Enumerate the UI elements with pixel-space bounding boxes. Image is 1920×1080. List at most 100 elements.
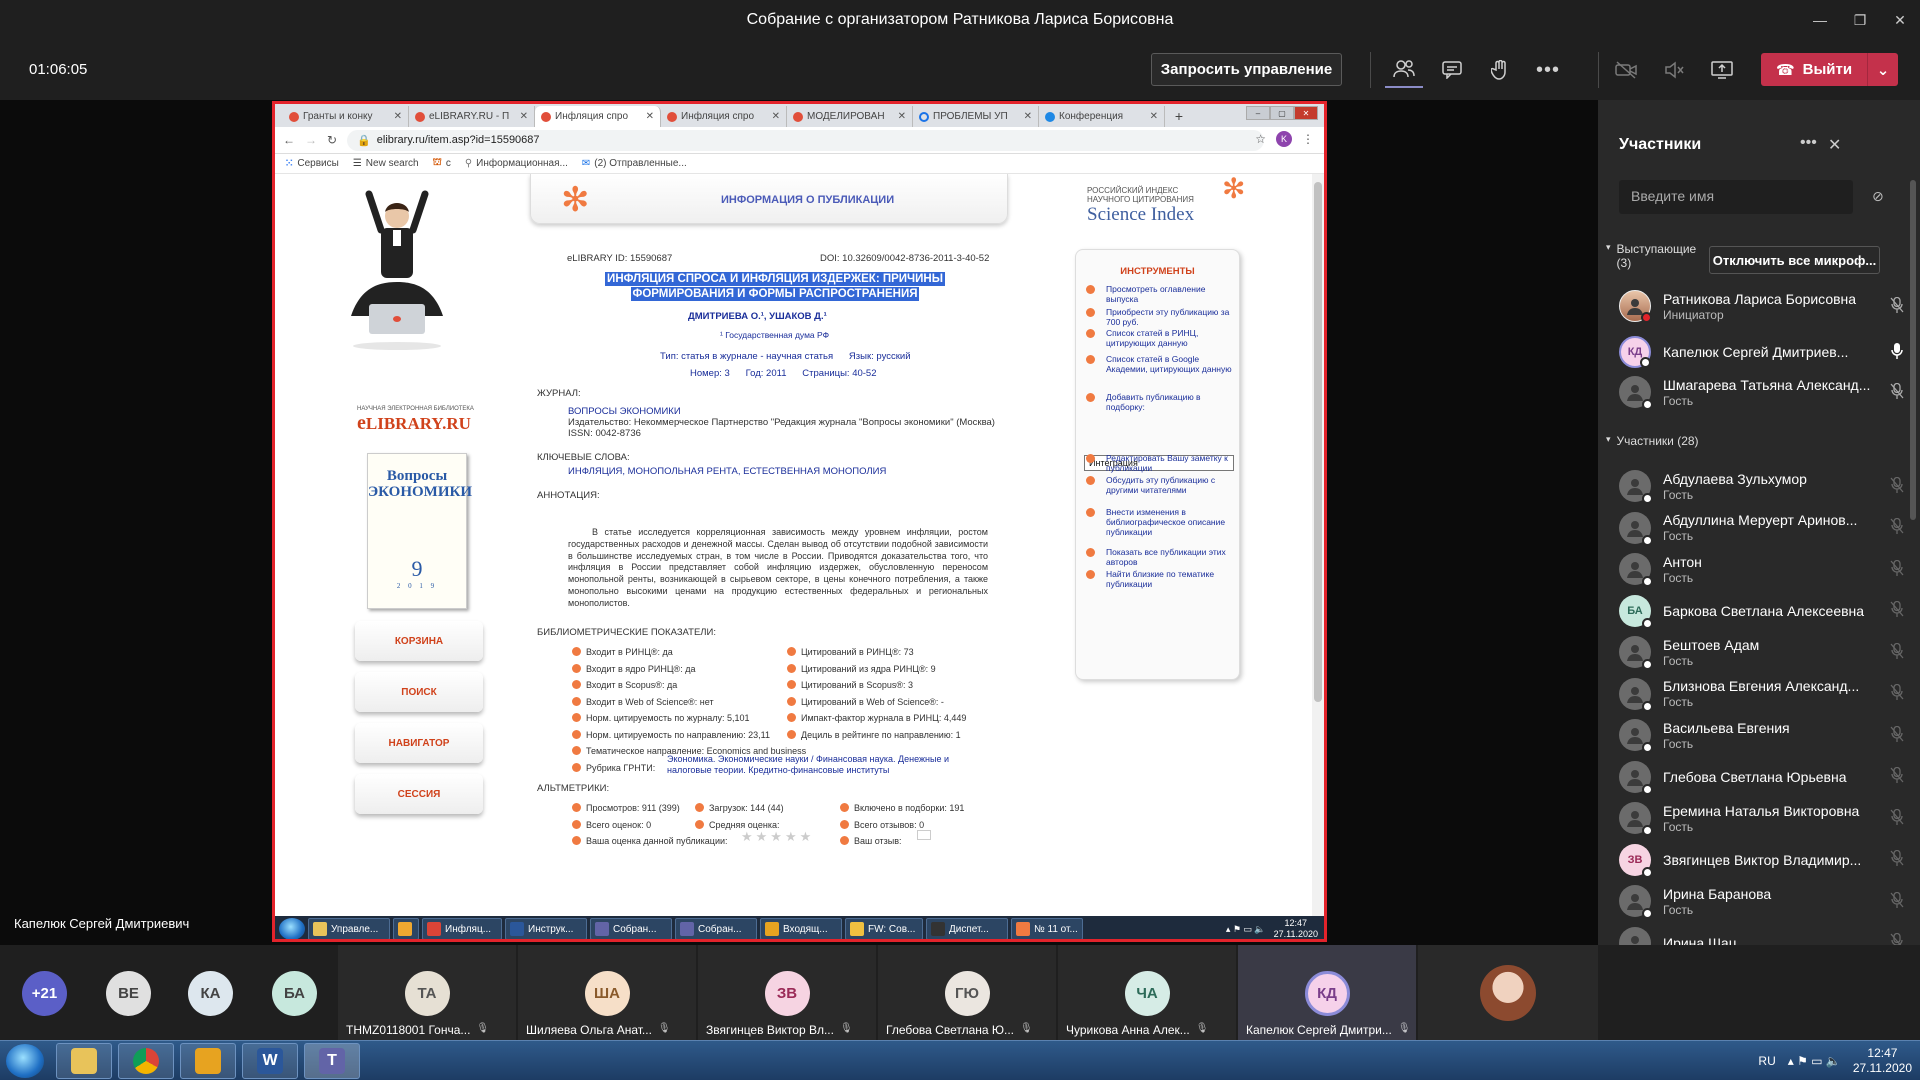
browser-tab[interactable]: ПРОБЛЕМЫ УП ✕ [913, 106, 1039, 127]
tab-close-icon[interactable]: ✕ [394, 111, 402, 122]
tool-link[interactable]: Приобрести эту публикацию за 700 руб. [1086, 307, 1234, 327]
tool-link[interactable]: Редактировать Вашу заметку к публикации [1086, 453, 1234, 473]
shared-taskbar-item[interactable]: Управле... [308, 918, 390, 939]
participant-row[interactable]: ЗВ Звягинцев Виктор Владимир... [1619, 839, 1909, 881]
shared-taskbar-item[interactable]: Инфляц... [422, 918, 502, 939]
microphone-muted-icon[interactable] [1885, 725, 1909, 745]
review-icon[interactable] [917, 830, 931, 840]
authors[interactable]: ДМИТРИЕВА О.¹, УШАКОВ Д.¹ [688, 311, 827, 323]
video-tile[interactable]: ГЮ Глебова Светлана Ю... 🎙 [878, 945, 1056, 1040]
participant-bubble[interactable]: КА [188, 971, 233, 1016]
nav-search-button[interactable]: ПОИСК [355, 672, 483, 712]
speaker-row[interactable]: КД Капелюк Сергей Дмитриев... [1619, 331, 1909, 373]
microphone-muted-icon[interactable] [1885, 559, 1909, 579]
address-bar[interactable]: 🔒 elibrary.ru/item.asp?id=15590687 [347, 129, 1264, 151]
overflow-count-bubble[interactable]: +21 [22, 971, 67, 1016]
video-tile[interactable]: КД Капелюк Сергей Дмитри... 🎙 [1238, 945, 1416, 1040]
tool-link[interactable]: Список статей в РИНЦ, цитирующих данную [1086, 328, 1234, 348]
speakers-section-header[interactable]: ▾ Выступающие (3) [1606, 242, 1696, 270]
close-icon[interactable]: ✕ [1828, 135, 1841, 155]
request-control-button[interactable]: Запросить управление [1151, 53, 1342, 86]
restore-icon[interactable]: ❐ [1840, 0, 1880, 40]
search-participants-input[interactable]: Введите имя [1619, 180, 1853, 214]
shared-taskbar-item[interactable] [393, 918, 419, 939]
doi[interactable]: DOI: 10.32609/0042-8736-2011-3-40-52 [820, 253, 989, 265]
language-indicator[interactable]: RU [1758, 1054, 1775, 1068]
close-icon[interactable]: ✕ [1880, 0, 1920, 40]
microphone-muted-icon[interactable] [1885, 476, 1909, 496]
rating-stars[interactable]: ★★★★★ [741, 829, 814, 845]
share-screen-icon[interactable] [1703, 52, 1741, 88]
participant-row[interactable]: БА Баркова Светлана Алексеевна [1619, 590, 1909, 632]
restore-icon[interactable]: ▢ [1270, 106, 1294, 120]
tool-link[interactable]: Обсудить эту публикацию с другими читате… [1086, 475, 1234, 495]
participant-row[interactable]: Бештоев Адам Гость [1619, 631, 1909, 673]
shared-taskbar-item[interactable]: Входящ... [760, 918, 842, 939]
tool-link[interactable]: Список статей в Google Академии, цитирую… [1086, 354, 1234, 374]
raise-hand-icon[interactable] [1481, 52, 1519, 88]
video-tile[interactable]: ЗВ Звягинцев Виктор Вл... 🎙 [698, 945, 876, 1040]
bookmark-item[interactable]: ⚲ Информационная... [465, 158, 568, 169]
start-button-icon[interactable] [6, 1044, 44, 1078]
microphone-muted-icon[interactable] [1885, 766, 1909, 786]
forward-icon[interactable]: → [305, 133, 317, 147]
page-scrollbar[interactable] [1312, 174, 1324, 924]
tab-close-icon[interactable]: ✕ [1150, 111, 1158, 122]
speaker-row[interactable]: Шмагарева Татьяна Александ... Гость [1619, 371, 1909, 413]
participant-row[interactable]: Близнова Евгения Александ... Гость [1619, 673, 1909, 715]
close-icon[interactable]: ✕ [1294, 106, 1318, 120]
chrome-app[interactable] [118, 1043, 174, 1079]
science-index-logo[interactable]: РОССИЙСКИЙ ИНДЕКС НАУЧНОГО ЦИТИРОВАНИЯ S… [1087, 175, 1245, 226]
participant-bubble[interactable]: БА [272, 971, 317, 1016]
participant-row[interactable]: Ирина Шац [1619, 922, 1909, 945]
participant-bubble[interactable]: ВЕ [106, 971, 151, 1016]
leave-main[interactable]: ☎ Выйти [1761, 53, 1868, 86]
participant-row[interactable]: Абдуллина Меруерт Аринов... Гость [1619, 507, 1909, 549]
tool-link[interactable]: Найти близкие по тематике публикации [1086, 569, 1234, 589]
browser-tab[interactable]: Конференция ✕ [1039, 106, 1165, 127]
mute-all-button[interactable]: Отключить все микроф... [1709, 246, 1880, 274]
more-options-icon[interactable]: ••• [1529, 52, 1567, 88]
microphone-muted-icon[interactable] [1885, 517, 1909, 537]
menu-icon[interactable]: ⋮ [1302, 132, 1314, 146]
speaker-row[interactable]: Ратникова Лариса Борисовна Инициатор [1619, 285, 1909, 327]
browser-tab[interactable]: Гранты и конку ✕ [283, 106, 409, 127]
explorer-app[interactable] [56, 1043, 112, 1079]
microphone-muted-icon[interactable] [1885, 683, 1909, 703]
microphone-muted-icon[interactable] [1885, 891, 1909, 911]
word-app[interactable]: W [242, 1043, 298, 1079]
browser-tab[interactable]: Инфляция спро ✕ [661, 106, 787, 127]
new-tab-icon[interactable]: + [1169, 106, 1189, 126]
participant-row[interactable]: Ирина Баранова Гость [1619, 880, 1909, 922]
microphone-muted-icon[interactable] [1885, 808, 1909, 828]
profile-avatar[interactable]: K [1276, 131, 1292, 147]
keywords[interactable]: ИНФЛЯЦИЯ, МОНОПОЛЬНАЯ РЕНТА, ЕСТЕСТВЕННА… [568, 466, 886, 478]
tab-close-icon[interactable]: ✕ [646, 111, 654, 122]
tool-link[interactable]: Внести изменения в библиографическое опи… [1086, 507, 1234, 537]
participant-row[interactable]: Васильева Евгения Гость [1619, 714, 1909, 756]
nav-navigator-button[interactable]: НАВИГАТОР [355, 723, 483, 763]
shared-taskbar-item[interactable]: Диспет... [926, 918, 1008, 939]
share-link-icon[interactable]: ⊘ [1872, 188, 1884, 205]
participant-row[interactable]: Антон Гость [1619, 548, 1909, 590]
video-tile[interactable]: ША Шиляева Ольга Анат... 🎙 [518, 945, 696, 1040]
shared-taskbar-item[interactable]: Инструк... [505, 918, 587, 939]
shared-taskbar-item[interactable]: Собран... [590, 918, 672, 939]
tab-close-icon[interactable]: ✕ [898, 111, 906, 122]
tray-icons[interactable]: ▴ ⚑ ▭ 🔈 [1788, 1054, 1841, 1068]
back-icon[interactable]: ← [283, 133, 295, 147]
video-tile[interactable]: ТА THMZ0118001 Гонча... 🎙 [338, 945, 516, 1040]
system-clock[interactable]: 12:47 27.11.2020 [1853, 1046, 1912, 1076]
shared-taskbar-item[interactable]: FW: Сов... [845, 918, 923, 939]
teams-app[interactable]: T [304, 1043, 360, 1079]
camera-off-icon[interactable] [1607, 52, 1645, 88]
browser-tab[interactable]: Инфляция спро ✕ [535, 106, 661, 127]
tool-link[interactable]: Добавить публикацию в подборку: [1086, 392, 1234, 412]
video-tile[interactable]: ЧА Чурикова Анна Алек... 🎙 [1058, 945, 1236, 1040]
chevron-down-icon[interactable]: ⌄ [1868, 53, 1898, 86]
panel-scrollbar[interactable] [1910, 180, 1916, 520]
bookmark-item[interactable]: ☰ New search [353, 158, 419, 169]
microphone-muted-icon[interactable] [1885, 600, 1909, 620]
bookmark-item[interactable]: ✉ (2) Отправленные... [582, 158, 687, 169]
tool-link[interactable]: Показать все публикации этих авторов [1086, 547, 1234, 567]
